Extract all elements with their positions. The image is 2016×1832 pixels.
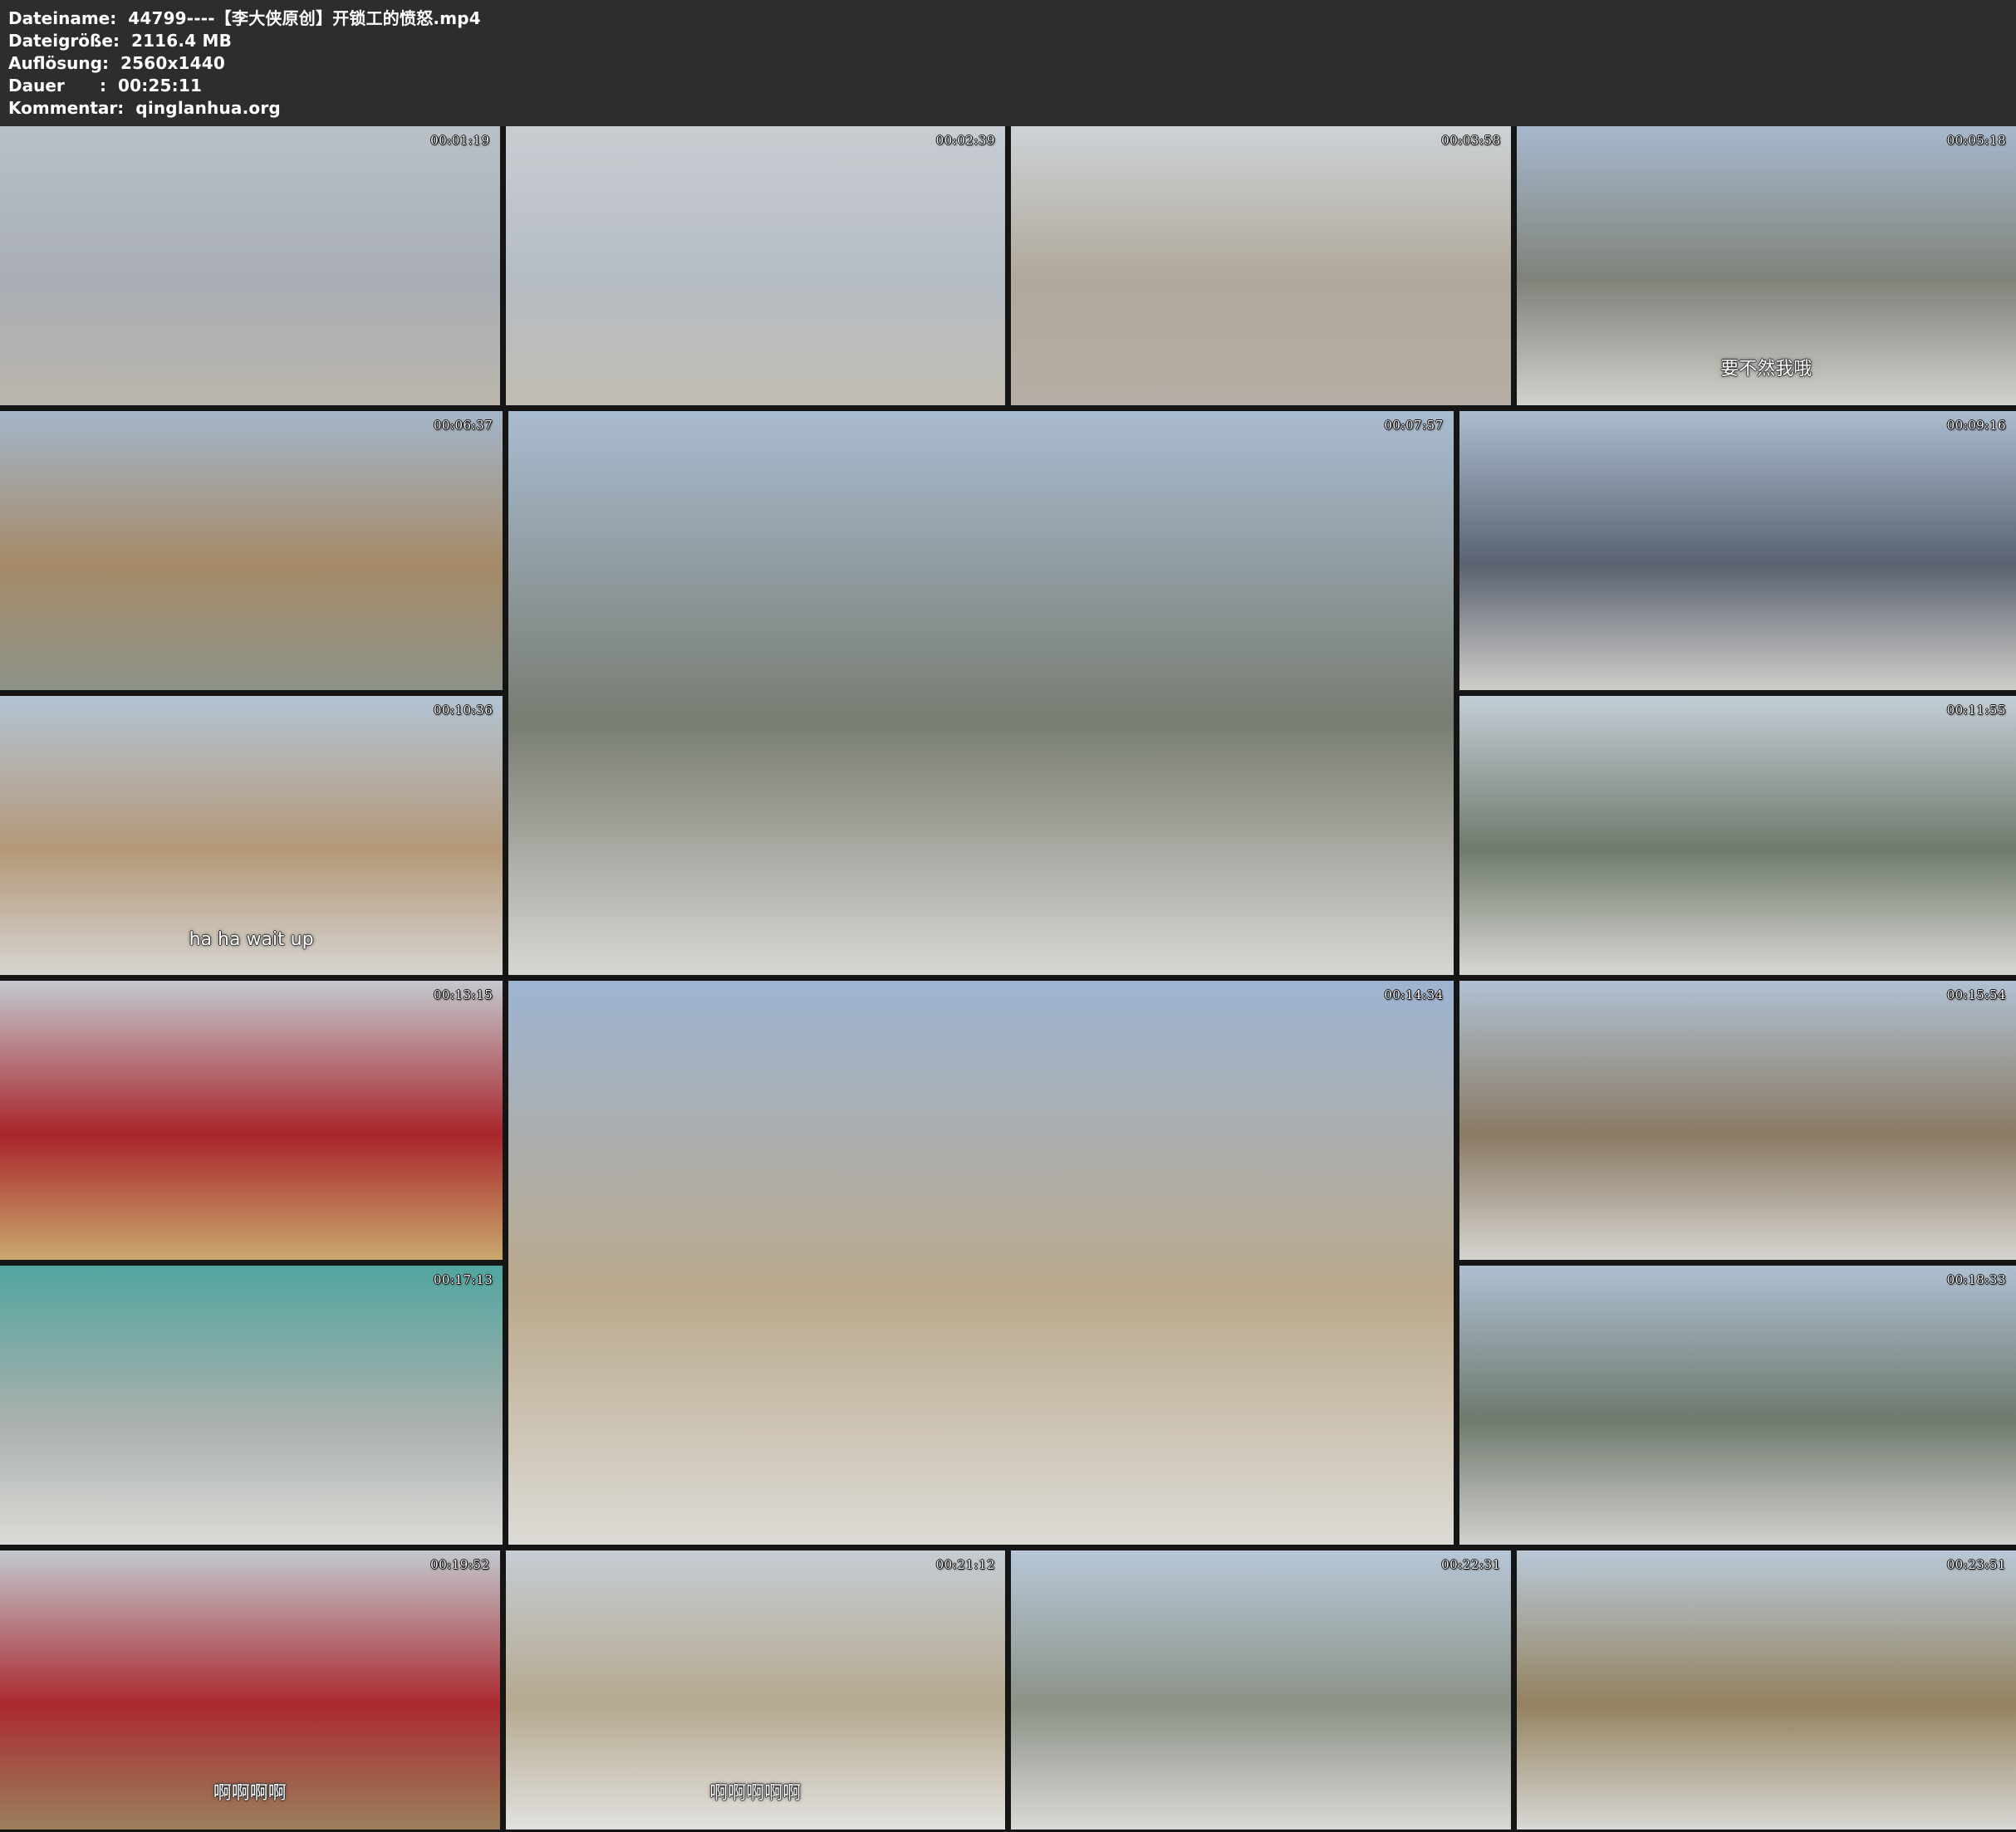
mosaic-right-column: 00:09:16 00:11:55 [1459,411,2016,975]
mosaic-left-column: 00:06:37 00:10:36 ha ha wait up [0,411,503,975]
mosaic-right-column: 00:15:54 00:18:33 [1459,981,2016,1545]
meta-label: Dateiname [8,7,110,30]
video-thumbnail: 00:06:37 [0,411,503,690]
timestamp-overlay: 00:14:34 [1384,987,1443,1002]
timestamp-overlay: 00:01:19 [430,133,489,148]
video-thumbnail: 00:17:13 [0,1266,503,1545]
meta-value: 2560x1440 [120,52,225,75]
meta-value: qinglanhua.org [135,97,281,120]
video-thumbnail: 00:23:51 [1517,1550,2016,1830]
meta-label: Auflösung [8,52,102,75]
meta-label: Dauer [8,75,100,97]
timestamp-overlay: 00:09:16 [1947,418,2006,433]
meta-value: 2116.4 MB [131,30,232,52]
meta-value: 44799----【李大侠原创】开锁工的愤怒.mp4 [128,7,481,30]
timestamp-overlay: 00:10:36 [434,703,493,718]
timestamp-overlay: 00:21:12 [936,1557,995,1572]
timestamp-overlay: 00:23:51 [1947,1557,2006,1572]
timestamp-overlay: 00:03:58 [1441,133,1500,148]
meta-label: Kommentar [8,97,117,120]
meta-row: Kommentar: qinglanhua.org [8,97,2008,120]
timestamp-overlay: 00:02:39 [936,133,995,148]
video-thumbnail-large: 00:14:34 [508,981,1453,1545]
subtitle-overlay: 啊啊啊啊啊 [506,1778,1006,1805]
timestamp-overlay: 00:22:31 [1441,1557,1500,1572]
timestamp-overlay: 00:11:55 [1947,703,2006,718]
subtitle-overlay: ha ha wait up [0,929,503,950]
video-thumbnail: 00:13:15 [0,981,503,1260]
meta-separator: : [117,97,124,120]
video-thumbnail: 00:18:33 [1459,1266,2016,1545]
timestamp-overlay: 00:15:54 [1947,987,2006,1002]
timestamp-overlay: 00:05:18 [1947,133,2006,148]
meta-separator: : [102,52,109,75]
video-thumbnail: 00:15:54 [1459,981,2016,1260]
video-thumbnail: 00:02:39 [506,126,1006,405]
timestamp-overlay: 00:07:57 [1384,418,1443,433]
video-thumbnail: 00:05:18 要不然我哦 [1517,126,2016,405]
thumbnail-grid: 00:01:1900:02:3900:03:5800:05:18要不然我哦00:… [0,126,2016,1830]
subtitle-overlay: 要不然我哦 [1517,354,2016,380]
meta-value: 00:25:11 [118,75,202,97]
video-thumbnail: 00:11:55 [1459,696,2016,975]
timestamp-overlay: 00:06:37 [434,418,493,433]
thumbnail-band-mosaic: 00:13:15 00:17:13 00:14:34 00:15:54 00:18:33 [0,981,2016,1545]
thumbnail-band-mosaic: 00:06:37 00:10:36 ha ha wait up 00:07:57 00:… [0,411,2016,975]
thumbnail-band-row: 00:01:19 00:02:39 00:03:58 00:05:18 要不然我哦 [0,126,2016,405]
thumbnail-band-row: 00:19:52 啊啊啊啊 00:21:12 啊啊啊啊啊 00:22:31 00:23:5… [0,1550,2016,1830]
video-thumbnail: 00:03:58 [1011,126,1511,405]
video-thumbnail: 00:22:31 [1011,1550,1511,1830]
meta-separator: : [113,30,120,52]
timestamp-overlay: 00:19:52 [430,1557,489,1572]
mosaic-left-column: 00:13:15 00:17:13 [0,981,503,1545]
meta-label: Dateigröße [8,30,113,52]
meta-row: Dauer:00:25:11 [8,75,2008,97]
video-thumbnail-large: 00:07:57 [508,411,1453,975]
meta-row: Dateiname:44799----【李大侠原创】开锁工的愤怒.mp4 [8,7,2008,30]
video-thumbnail: 00:01:19 [0,126,500,405]
meta-separator: : [110,7,116,30]
timestamp-overlay: 00:18:33 [1947,1272,2006,1287]
meta-row: Auflösung:2560x1440 [8,52,2008,75]
video-thumbnail: 00:21:12 啊啊啊啊啊 [506,1550,1006,1830]
video-thumbnail: 00:19:52 啊啊啊啊 [0,1550,500,1830]
video-thumbnail: 00:10:36 ha ha wait up [0,696,503,975]
meta-row: Dateigröße:2116.4 MB [8,30,2008,52]
video-thumbnail: 00:09:16 [1459,411,2016,690]
meta-separator: : [100,75,106,97]
timestamp-overlay: 00:13:15 [434,987,493,1002]
contact-sheet: Dateiname:44799----【李大侠原创】开锁工的愤怒.mp4Date… [0,0,2016,1830]
subtitle-overlay: 啊啊啊啊 [0,1778,500,1805]
timestamp-overlay: 00:17:13 [434,1272,493,1287]
file-metadata-panel: Dateiname:44799----【李大侠原创】开锁工的愤怒.mp4Date… [0,0,2016,126]
